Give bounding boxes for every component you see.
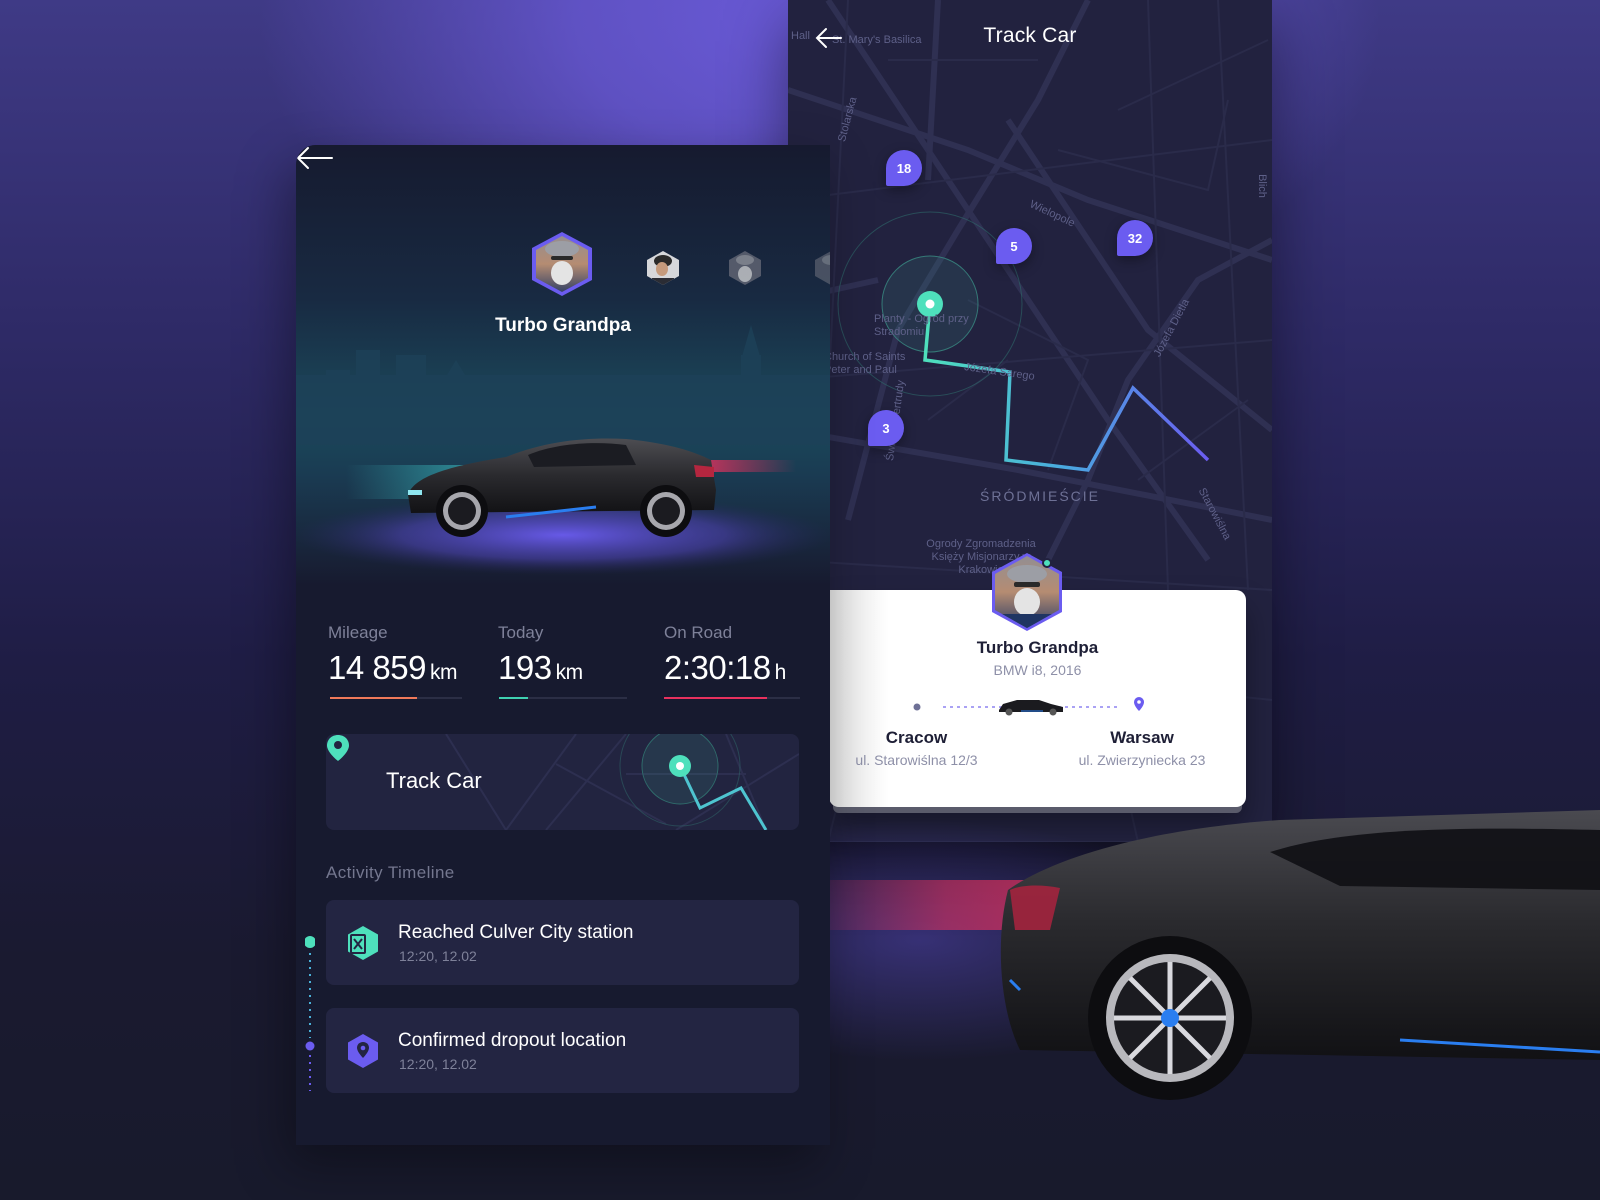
- stat-label: Today: [498, 623, 544, 642]
- trip-progress: [913, 697, 1144, 716]
- track-car-button[interactable]: Track Car: [326, 734, 799, 830]
- timeline-item[interactable]: Reached Culver City station 12:20, 12.02: [326, 900, 799, 985]
- cluster-marker[interactable]: 18: [886, 150, 922, 186]
- timeline-item-title: Confirmed dropout location: [398, 1030, 627, 1051]
- origin-city: Cracow: [885, 728, 948, 747]
- stat-label: On Road: [664, 623, 733, 642]
- timeline-connector: [305, 936, 315, 1091]
- driver-avatar[interactable]: [990, 552, 1064, 632]
- origin-address: ul. Starowiślna 12/3: [855, 752, 978, 768]
- map-header: Track Car: [788, 0, 1272, 80]
- driver-profile-screen: Turbo Grandpa Mileage 14 859 km Today 193…: [296, 145, 830, 1145]
- car-icon: [999, 700, 1063, 716]
- stat-label: Mileage: [328, 623, 388, 642]
- arrow-left-icon[interactable]: [296, 145, 334, 171]
- track-car-label: Track Car: [386, 768, 482, 793]
- stat-mileage: Mileage 14 859 km: [328, 623, 457, 687]
- stat-value: 14 859 km: [328, 649, 457, 686]
- destination-address: ul. Zwierzyniecka 23: [1078, 752, 1206, 768]
- progress-bar-fill: [664, 697, 768, 699]
- driver-info-card[interactable]: Turbo Grandpa BMW i8, 2016 Cracow ul. St…: [829, 553, 1246, 807]
- destination-city: Warsaw: [1110, 728, 1174, 747]
- activity-timeline-title: Activity Timeline: [326, 863, 455, 882]
- map-title: Track Car: [983, 24, 1077, 47]
- progress-bar: [499, 697, 627, 699]
- avatar[interactable]: [728, 250, 762, 286]
- timeline-item[interactable]: Confirmed dropout location 12:20, 12.02: [326, 1008, 799, 1093]
- timeline-item-time: 12:20, 12.02: [399, 1056, 477, 1072]
- car-image-large: [720, 810, 1600, 1100]
- timeline-item-time: 12:20, 12.02: [399, 948, 477, 964]
- car-model: BMW i8, 2016: [993, 662, 1082, 678]
- online-status-dot: [1042, 558, 1052, 568]
- city-skyline-illustration: [296, 325, 830, 575]
- map-label: Church of Saints Peter and Paul: [824, 351, 906, 376]
- destination-pin-icon: [1134, 697, 1144, 711]
- location-pin-icon: [348, 1034, 378, 1068]
- stat-value: 2:30:18 h: [664, 649, 786, 686]
- map-label: Blich: [1255, 174, 1268, 198]
- cluster-marker[interactable]: 3: [868, 410, 904, 446]
- district-label: ŚRÓDMIEŚCIE: [980, 488, 1101, 504]
- hero-section: Turbo Grandpa: [296, 145, 830, 585]
- cluster-marker[interactable]: 5: [996, 228, 1032, 264]
- driver-name: Turbo Grandpa: [976, 638, 1099, 657]
- progress-bar-fill: [499, 697, 529, 699]
- stat-on-road: On Road 2:30:18 h: [664, 623, 786, 687]
- progress-bar: [664, 697, 800, 699]
- progress-bar: [330, 697, 462, 699]
- avatar-selected[interactable]: [530, 231, 594, 297]
- progress-bar-fill: [330, 697, 418, 699]
- map-pin-icon: [327, 735, 349, 761]
- cluster-marker[interactable]: 32: [1117, 220, 1153, 256]
- map-label: Planty - Ogród przy Stradomiu: [874, 313, 969, 338]
- driver-name: Turbo Grandpa: [495, 315, 631, 336]
- avatar[interactable]: [814, 250, 830, 286]
- origin-dot: [913, 703, 921, 711]
- stat-value: 193 km: [498, 649, 583, 686]
- timeline-item-title: Reached Culver City station: [398, 922, 634, 943]
- avatar[interactable]: [646, 250, 680, 286]
- stat-today: Today 193 km: [498, 623, 583, 687]
- fuel-station-icon: [348, 926, 378, 960]
